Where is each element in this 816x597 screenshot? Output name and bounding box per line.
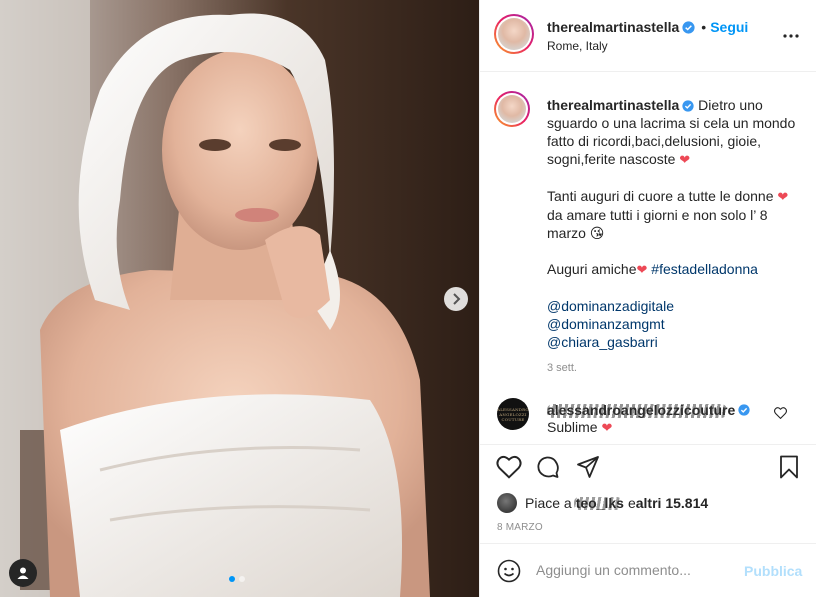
- caption-text: therealmartinastella Dietro uno sguardo …: [547, 96, 802, 351]
- follow-button[interactable]: Segui: [710, 19, 748, 35]
- commenter-avatar[interactable]: ALESSANDRO ANGELOZZI COUTURE: [497, 398, 529, 430]
- caption-author-avatar[interactable]: [494, 91, 530, 127]
- wink-kiss-emoji: 😘: [589, 225, 605, 241]
- mention-link[interactable]: @dominanzamgmt: [547, 315, 802, 333]
- comment-item: ALESSANDRO ANGELOZZI COUTURE alessandroa…: [480, 394, 816, 444]
- author-avatar[interactable]: [494, 14, 534, 54]
- comment-like-heart-icon[interactable]: [774, 407, 787, 419]
- like-heart-icon[interactable]: [496, 455, 522, 479]
- user-icon: [17, 567, 29, 579]
- red-heart-emoji: ❤: [679, 152, 691, 167]
- likes-summary[interactable]: Piace a teo_lks e altri 15.814: [497, 493, 708, 513]
- chevron-right-icon: [453, 293, 461, 305]
- hashtag-link[interactable]: #festadelladonna: [651, 261, 758, 277]
- caption-area: therealmartinastella Dietro uno sguardo …: [480, 73, 816, 394]
- tagged-users-button[interactable]: [9, 559, 37, 587]
- caption-paragraph-2a: Tanti auguri di cuore a tutte le donne: [547, 188, 778, 204]
- post-actions-section: Piace a teo_lks e altri 15.814 8 MARZO: [480, 444, 816, 542]
- post-side-panel: therealmartinastella • Segui Rome, Italy…: [479, 0, 816, 597]
- red-heart-emoji: ❤: [636, 262, 648, 277]
- post-photo[interactable]: [0, 0, 479, 597]
- add-comment-bar: Pubblica: [480, 543, 816, 597]
- caption-paragraph-2b: da amare tutti i giorni e non solo l’ 8 …: [547, 207, 768, 241]
- caption-time-ago[interactable]: 3 sett.: [547, 362, 577, 374]
- emoji-smiley-icon[interactable]: [497, 559, 521, 583]
- mention-link[interactable]: @chiara_gasbarri: [547, 333, 802, 351]
- caption-paragraph-3: Auguri amiche: [547, 261, 637, 277]
- comment-input[interactable]: [536, 562, 736, 578]
- comment-bubble-icon[interactable]: [536, 455, 560, 479]
- post-image: [0, 0, 479, 597]
- follow-separator: •: [701, 19, 707, 35]
- likes-prefix: Piace a: [525, 495, 572, 511]
- carousel-dot-active: [229, 576, 235, 582]
- comment-text: Sublime ❤: [547, 419, 613, 435]
- post-location[interactable]: Rome, Italy: [547, 39, 608, 53]
- carousel-dot: [239, 576, 245, 582]
- verified-badge-icon: [738, 404, 750, 416]
- red-heart-emoji: ❤: [601, 420, 613, 435]
- redaction-scribble: [547, 404, 727, 418]
- post-header: therealmartinastella • Segui Rome, Italy: [480, 0, 816, 72]
- more-options-icon[interactable]: [782, 28, 800, 44]
- verified-badge-icon: [682, 20, 695, 34]
- share-paper-plane-icon[interactable]: [576, 455, 600, 479]
- commenter-avatar-logo: ALESSANDRO ANGELOZZI COUTURE: [497, 406, 529, 422]
- carousel-indicator: [229, 576, 245, 582]
- likes-count[interactable]: altri 15.814: [636, 495, 708, 511]
- caption-author-username[interactable]: therealmartinastella: [547, 97, 679, 113]
- publish-button[interactable]: Pubblica: [744, 563, 802, 579]
- author-username[interactable]: therealmartinastella: [547, 19, 679, 35]
- action-bar: [494, 453, 804, 483]
- carousel-next-button[interactable]: [444, 287, 468, 311]
- liker-avatar[interactable]: [497, 493, 517, 513]
- post-date[interactable]: 8 MARZO: [497, 522, 543, 533]
- redaction-scribble: [573, 497, 622, 510]
- mention-link[interactable]: @dominanzadigitale: [547, 297, 802, 315]
- save-bookmark-icon[interactable]: [778, 455, 800, 479]
- red-heart-emoji: ❤: [777, 189, 789, 204]
- verified-badge-icon: [682, 100, 694, 112]
- likes-conjunction: e: [627, 495, 636, 511]
